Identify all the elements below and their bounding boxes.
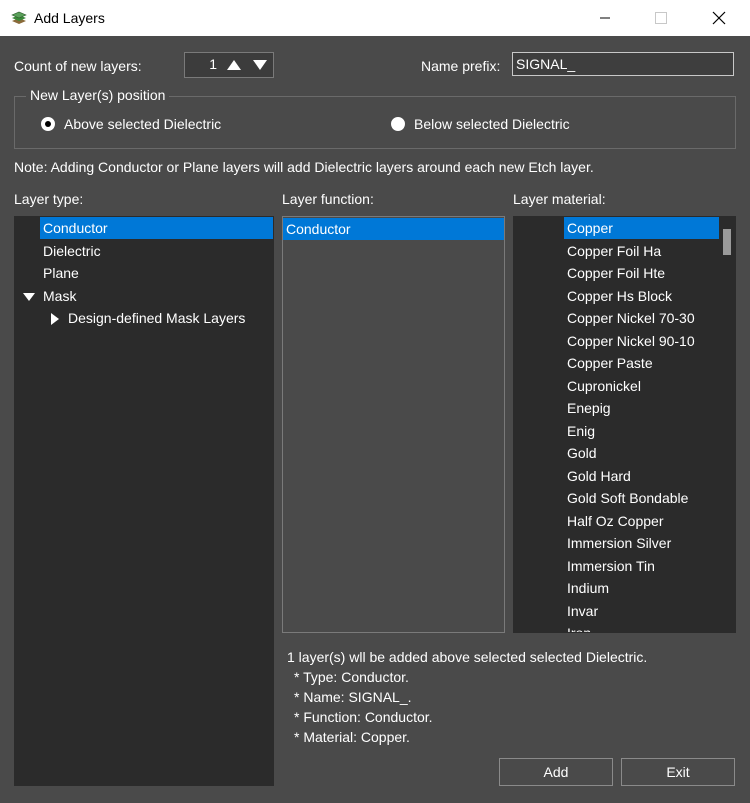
summary-line: * Type: Conductor. <box>294 669 409 685</box>
material-item[interactable]: Indium <box>567 577 609 599</box>
layer-material-label: Layer material: <box>513 191 606 207</box>
layer-function-list[interactable]: Conductor <box>282 216 505 633</box>
window-title: Add Layers <box>34 10 105 26</box>
layer-type-label: Layer type: <box>14 191 84 207</box>
tree-item-design-defined-mask[interactable]: Design-defined Mask Layers <box>68 307 245 329</box>
maximize-button[interactable] <box>638 0 684 36</box>
above-radio-label[interactable]: Above selected Dielectric <box>64 116 221 132</box>
material-item[interactable]: Invar <box>567 600 598 622</box>
name-prefix-label: Name prefix: <box>421 58 501 74</box>
count-stepper[interactable]: 1 <box>184 52 274 78</box>
count-value[interactable]: 1 <box>185 56 217 72</box>
material-item[interactable]: Copper Nickel 90-10 <box>567 330 695 352</box>
material-item[interactable]: Half Oz Copper <box>567 510 663 532</box>
above-radio[interactable] <box>41 117 55 131</box>
layer-type-tree[interactable]: Conductor Dielectric Plane Mask Design-d… <box>14 216 274 786</box>
tree-item-plane[interactable]: Plane <box>43 262 79 284</box>
tree-item-dielectric[interactable]: Dielectric <box>43 240 101 262</box>
material-item[interactable]: Enig <box>567 420 595 442</box>
name-prefix-input[interactable] <box>512 52 734 76</box>
position-group-title: New Layer(s) position <box>26 87 170 103</box>
arrow-up-icon <box>227 60 241 70</box>
material-item[interactable]: Immersion Silver <box>567 532 671 554</box>
material-item[interactable]: Iron <box>567 622 591 632</box>
count-label: Count of new layers: <box>14 58 142 74</box>
tree-item-conductor[interactable]: Conductor <box>40 217 273 239</box>
material-item[interactable]: Enepig <box>567 397 611 419</box>
material-item[interactable]: Cupronickel <box>567 375 641 397</box>
minimize-button[interactable] <box>582 0 628 36</box>
layer-function-label: Layer function: <box>282 191 374 207</box>
scrollbar-thumb[interactable] <box>723 229 731 255</box>
below-radio[interactable] <box>391 117 405 131</box>
layers-stack-icon <box>10 9 28 27</box>
minimize-icon <box>600 17 610 19</box>
below-radio-label[interactable]: Below selected Dielectric <box>414 116 570 132</box>
material-item[interactable]: Copper Foil Ha <box>567 240 661 262</box>
summary-line: * Name: SIGNAL_. <box>294 689 412 705</box>
material-item[interactable]: Immersion Tin <box>567 555 655 577</box>
material-item[interactable]: Copper Nickel 70-30 <box>567 307 695 329</box>
tree-item-mask[interactable]: Mask <box>43 285 76 307</box>
material-item[interactable]: Copper <box>564 217 721 239</box>
decrement-button[interactable] <box>249 55 271 75</box>
material-item[interactable]: Gold <box>567 442 597 464</box>
material-item[interactable]: Gold Hard <box>567 465 631 487</box>
function-item-conductor[interactable]: Conductor <box>283 218 504 240</box>
material-scrollbar[interactable] <box>719 217 735 632</box>
exit-button[interactable]: Exit <box>621 758 735 786</box>
summary-line: * Material: Copper. <box>294 729 410 745</box>
material-item[interactable]: Copper Paste <box>567 352 653 374</box>
material-item[interactable]: Gold Soft Bondable <box>567 487 688 509</box>
note-text: Note: Adding Conductor or Plane layers w… <box>14 159 594 175</box>
increment-button[interactable] <box>223 55 245 75</box>
summary-line: * Function: Conductor. <box>294 709 433 725</box>
material-item[interactable]: Copper Hs Block <box>567 285 672 307</box>
close-icon <box>712 11 726 25</box>
summary-line: 1 layer(s) wll be added above selected s… <box>287 649 648 665</box>
layer-material-list[interactable]: Copper Copper Foil Ha Copper Foil Hte Co… <box>513 216 736 633</box>
maximize-icon <box>655 12 667 24</box>
add-button[interactable]: Add <box>499 758 613 786</box>
close-button[interactable] <box>696 0 742 36</box>
material-item[interactable]: Copper Foil Hte <box>567 262 665 284</box>
title-bar: Add Layers <box>0 0 750 36</box>
expand-right-icon[interactable] <box>51 313 59 325</box>
dialog-body: Count of new layers: 1 Name prefix: New … <box>0 36 750 803</box>
arrow-down-icon <box>253 60 267 70</box>
expand-down-icon[interactable] <box>23 293 35 301</box>
